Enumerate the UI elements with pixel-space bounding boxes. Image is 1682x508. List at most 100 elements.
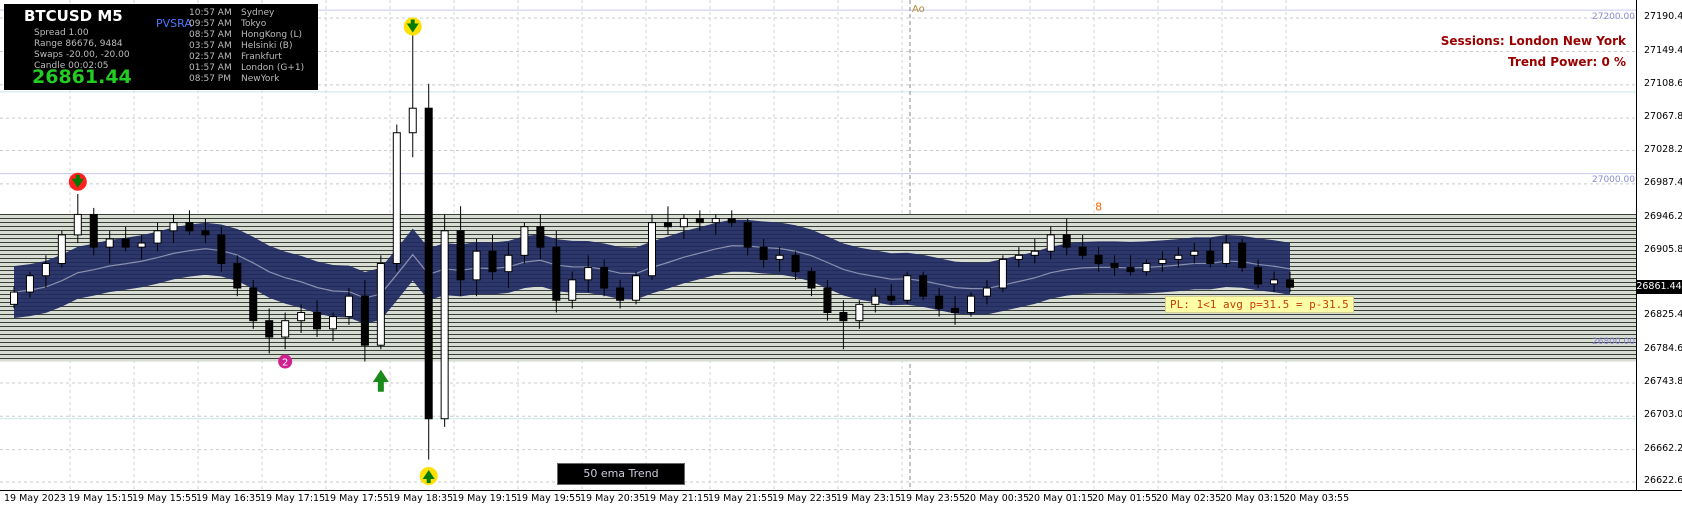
time-axis[interactable]: 19 May 2023 19 May 15:15 19 May 15:55 19 Ma… — [0, 490, 1682, 508]
candle-body — [105, 238, 114, 248]
session-city: Frankfurt — [241, 52, 282, 62]
candle-body — [1158, 258, 1167, 264]
time-tick-label: 20 May 00:35 — [964, 493, 1030, 504]
candle-body — [1014, 254, 1023, 260]
symbol-info-panel: BTCUSD M5 Spread 1.00 Range 86676, 9484 … — [4, 4, 318, 90]
session-city: HongKong (L) — [241, 30, 302, 40]
marker-2-label: 2 — [282, 358, 288, 369]
candle-body — [951, 307, 960, 314]
session-time: 09:57 AM — [189, 19, 232, 29]
candle-body — [1030, 250, 1039, 256]
candle-body — [297, 312, 306, 322]
swaps-label: Swaps -20.00, -20.00 — [34, 50, 130, 60]
price-tick-label: 26784.60 — [1644, 342, 1682, 354]
spread-label: Spread 1.00 — [34, 28, 89, 38]
candle-body — [1174, 254, 1183, 260]
time-tick-label: 20 May 01:15 — [1028, 493, 1094, 504]
candle-body — [153, 230, 162, 244]
candle-body — [185, 222, 194, 232]
time-tick-label: 19 May 21:15 — [644, 493, 710, 504]
candle-body — [998, 258, 1007, 289]
candle-body — [1286, 279, 1294, 288]
price-tick-label: 26946.20 — [1644, 210, 1682, 222]
marker-8-label: 8 — [1095, 200, 1102, 213]
session-city: Tokyo — [241, 19, 267, 29]
price-tick-label: 27067.80 — [1644, 111, 1682, 123]
candle-body — [967, 295, 975, 314]
candle-body — [169, 222, 178, 232]
candle-body — [89, 213, 98, 248]
candle-body — [711, 218, 720, 224]
time-tick-label: 19 May 15:55 — [132, 493, 198, 504]
price-tick-label: 26662.20 — [1644, 442, 1682, 454]
candle-body — [616, 287, 625, 301]
price-axis[interactable]: 27190.40 27149.40 27108.60 27067.80 27028.20… — [1636, 0, 1682, 490]
candle-body — [552, 246, 561, 301]
time-tick-label: 20 May 03:15 — [1220, 493, 1286, 504]
ema-trend-label[interactable]: 50 ema Trend — [557, 463, 685, 485]
candle-body — [1222, 242, 1231, 264]
candle-body — [727, 218, 736, 224]
candle-body — [1254, 267, 1263, 285]
time-tick-label: 19 May 22:35 — [772, 493, 838, 504]
time-tick-label: 20 May 02:35 — [1156, 493, 1222, 504]
candle-body — [855, 303, 864, 322]
current-price-tag: 26861.44 — [1636, 280, 1682, 294]
bid-price: 26861.44 — [32, 66, 132, 88]
candle-body — [41, 262, 50, 277]
time-tick-label: 19 May 2023 — [4, 493, 66, 504]
candle-body — [265, 320, 274, 338]
candle-body — [568, 279, 577, 301]
candle-body — [1046, 234, 1055, 252]
candle-body — [1078, 246, 1087, 256]
sessions-label: Sessions: London New York — [1440, 34, 1626, 48]
candle-body — [648, 222, 656, 277]
session-time: 02:57 AM — [189, 52, 232, 62]
session-city: Helsinki (B) — [241, 41, 293, 51]
candle-body — [392, 132, 401, 264]
chart-window[interactable]: 2 8 BTCUSD M5 Spread 1.00 Range 86676, 94… — [0, 0, 1682, 508]
candle-body — [57, 234, 66, 264]
candle-body — [632, 275, 641, 301]
candle-body — [743, 222, 752, 248]
price-tick-label: 26987.40 — [1644, 176, 1682, 188]
trend-power-label: Trend Power: 0 % — [1508, 55, 1626, 69]
session-time: 10:57 AM — [189, 8, 232, 18]
time-tick-label: 19 May 20:35 — [580, 493, 646, 504]
time-tick-label: 19 May 19:55 — [516, 493, 582, 504]
price-tick-label: 26743.80 — [1644, 375, 1682, 387]
candle-body — [695, 218, 704, 224]
candle-body — [121, 238, 130, 248]
candle-body — [472, 250, 481, 281]
candle-body — [536, 226, 545, 248]
candle-body — [329, 316, 337, 330]
candle-body — [791, 254, 800, 273]
candle-body — [281, 320, 290, 338]
candle-body — [1062, 234, 1071, 248]
session-time: 01:57 AM — [189, 63, 232, 73]
candle-body — [1142, 262, 1151, 273]
ref-label-27200: 27200.00 — [1592, 12, 1635, 22]
candle-body — [440, 230, 449, 420]
candle-body — [759, 246, 768, 260]
candle-body — [137, 242, 146, 248]
session-time: 03:57 AM — [189, 41, 232, 51]
buy-arrow-icon — [372, 369, 389, 392]
candle-body — [313, 312, 322, 330]
time-tick-label: 19 May 17:15 — [260, 493, 326, 504]
time-tick-label: 19 May 19:15 — [452, 493, 518, 504]
time-tick-label: 20 May 03:55 — [1284, 493, 1350, 504]
time-tick-label: 20 May 01:55 — [1092, 493, 1158, 504]
candle-body — [823, 287, 832, 314]
range-label: Range 86676, 9484 — [34, 39, 123, 49]
candle-body — [217, 234, 226, 264]
time-tick-label: 19 May 15:15 — [68, 493, 134, 504]
candle-body — [504, 254, 513, 273]
candle-body — [488, 250, 497, 273]
candle-body — [919, 275, 928, 297]
candle-body — [344, 295, 353, 318]
candle-body — [249, 287, 258, 322]
ref-label-26800: 26800.00 — [1592, 337, 1635, 347]
time-tick-label: 19 May 18:35 — [388, 493, 454, 504]
candle-body — [1110, 262, 1119, 269]
